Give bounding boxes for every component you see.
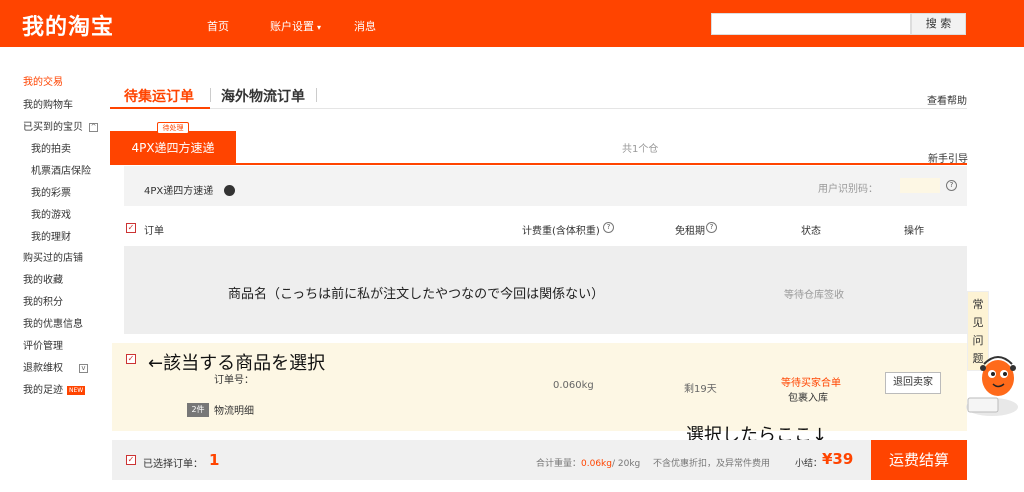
item-checkbox[interactable]: ✓ bbox=[126, 354, 136, 364]
column-action: 操作 bbox=[904, 226, 924, 237]
question-icon[interactable]: ? bbox=[706, 222, 717, 233]
tab-divider bbox=[316, 88, 317, 102]
top-bar: 我的淘宝 首页 账户设置 ▾ 消息 搜 索 bbox=[0, 0, 1024, 47]
item-free-days: 剩19天 bbox=[684, 384, 717, 395]
sidebar-item-cart[interactable]: 我的购物车 bbox=[23, 96, 73, 111]
item-status: 等待仓库签收 bbox=[784, 290, 844, 301]
sidebar-item-label: 我的足迹 bbox=[23, 385, 63, 396]
chevron-down-icon: ▾ bbox=[317, 23, 322, 32]
carrier-tab-4px[interactable]: 4PX递四方速递 bbox=[110, 131, 236, 165]
return-to-seller-button[interactable]: 退回卖家 bbox=[885, 372, 941, 394]
selected-orders-label: 已选择订单： bbox=[143, 459, 203, 470]
carrier-logo-icon bbox=[224, 185, 235, 196]
site-logo[interactable]: 我的淘宝 bbox=[22, 9, 114, 41]
total-weight-value: 0.06kg bbox=[581, 459, 612, 469]
quantity-badge: 2件 bbox=[187, 403, 209, 417]
tabs-divider-line bbox=[110, 108, 967, 109]
item-substatus: 包裹入库 bbox=[788, 393, 828, 404]
logistics-detail-link[interactable]: 物流明细 bbox=[214, 402, 254, 417]
question-icon[interactable]: ? bbox=[603, 222, 614, 233]
tab-overseas-logistics[interactable]: 海外物流订单 bbox=[221, 86, 305, 106]
nav-home[interactable]: 首页 bbox=[207, 18, 229, 34]
sidebar-item-bought[interactable]: 已买到的宝贝 ^ bbox=[23, 118, 98, 133]
column-status: 状态 bbox=[801, 226, 821, 237]
select-all-checkbox[interactable]: ✓ bbox=[126, 223, 136, 233]
sidebar-item-travel-insurance[interactable]: 机票酒店保险 bbox=[31, 162, 91, 177]
expand-icon[interactable]: v bbox=[79, 363, 88, 373]
sidebar-item-coupons[interactable]: 我的优惠信息 bbox=[23, 315, 83, 330]
nav-messages[interactable]: 消息 bbox=[354, 18, 376, 34]
order-number-label: 订单号： bbox=[214, 375, 254, 386]
sidebar-item-shops[interactable]: 购买过的店铺 bbox=[23, 249, 83, 264]
sidebar-item-reviews[interactable]: 评价管理 bbox=[23, 337, 63, 352]
sidebar-item-games[interactable]: 我的游戏 bbox=[31, 206, 71, 221]
item-status: 等待买家合单 bbox=[781, 378, 841, 389]
total-weight-label: 合计重量： bbox=[536, 459, 582, 469]
active-tab-underline bbox=[110, 107, 210, 109]
question-icon[interactable]: ? bbox=[946, 180, 957, 191]
sidebar-item-points[interactable]: 我的积分 bbox=[23, 293, 63, 308]
pending-badge: 待处理 bbox=[157, 122, 189, 134]
new-badge: NEW bbox=[67, 385, 86, 395]
sidebar-item-lottery[interactable]: 我的彩票 bbox=[31, 184, 71, 199]
selected-orders-count: 1 bbox=[209, 451, 220, 469]
carrier-name: 4PX递四方速递 bbox=[144, 186, 214, 197]
discount-note: 不含优惠折扣，及异常件费用 bbox=[653, 459, 771, 469]
carrier-underline bbox=[110, 163, 967, 165]
sidebar-item-footprints[interactable]: 我的足迹 NEW bbox=[23, 381, 86, 396]
total-weight: 合计重量：0.06kg/ 20kg bbox=[536, 456, 640, 469]
sidebar-item-label: 已买到的宝贝 bbox=[23, 122, 83, 133]
tab-pending-consolidation[interactable]: 待集运订单 bbox=[124, 86, 194, 106]
user-code-label: 用户识别码： bbox=[818, 184, 878, 195]
sidebar-item-my-trades[interactable]: 我的交易 bbox=[23, 73, 63, 88]
nav-account-settings-label: 账户设置 bbox=[270, 20, 314, 33]
sidebar-item-label: 退款维权 bbox=[23, 363, 63, 374]
subtotal-value: ¥39 bbox=[822, 450, 854, 468]
collapse-icon[interactable]: ^ bbox=[89, 122, 98, 132]
sidebar-item-refunds[interactable]: 退款维权 v bbox=[23, 359, 88, 374]
item-weight: 0.060kg bbox=[553, 380, 594, 391]
sidebar-item-finance[interactable]: 我的理财 bbox=[31, 228, 71, 243]
shipping-checkout-button[interactable]: 运费结算 bbox=[871, 440, 967, 480]
search-button[interactable]: 搜 索 bbox=[911, 13, 966, 35]
column-order: 订单 bbox=[144, 226, 164, 237]
mascot-icon[interactable] bbox=[962, 352, 1022, 418]
help-link[interactable]: 查看帮助 bbox=[927, 92, 967, 107]
item-name: 商品名（こっちは前に私が注文したやつなので今回は関係ない） bbox=[228, 287, 605, 302]
user-code-value bbox=[900, 178, 940, 193]
warehouse-count: 共1个仓 bbox=[622, 144, 659, 155]
footer-select-checkbox[interactable]: ✓ bbox=[126, 455, 136, 465]
column-free-period: 免租期 bbox=[675, 226, 705, 237]
nav-account-settings[interactable]: 账户设置 ▾ bbox=[270, 18, 321, 34]
search-input[interactable] bbox=[711, 13, 911, 35]
sidebar-item-auction[interactable]: 我的拍卖 bbox=[31, 140, 71, 155]
sidebar-item-favorites[interactable]: 我的收藏 bbox=[23, 271, 63, 286]
subtotal-label: 小结： bbox=[795, 459, 823, 469]
tab-divider bbox=[210, 88, 211, 102]
column-weight: 计费重(含体积重) bbox=[522, 226, 600, 237]
total-weight-limit: / 20kg bbox=[611, 459, 641, 469]
